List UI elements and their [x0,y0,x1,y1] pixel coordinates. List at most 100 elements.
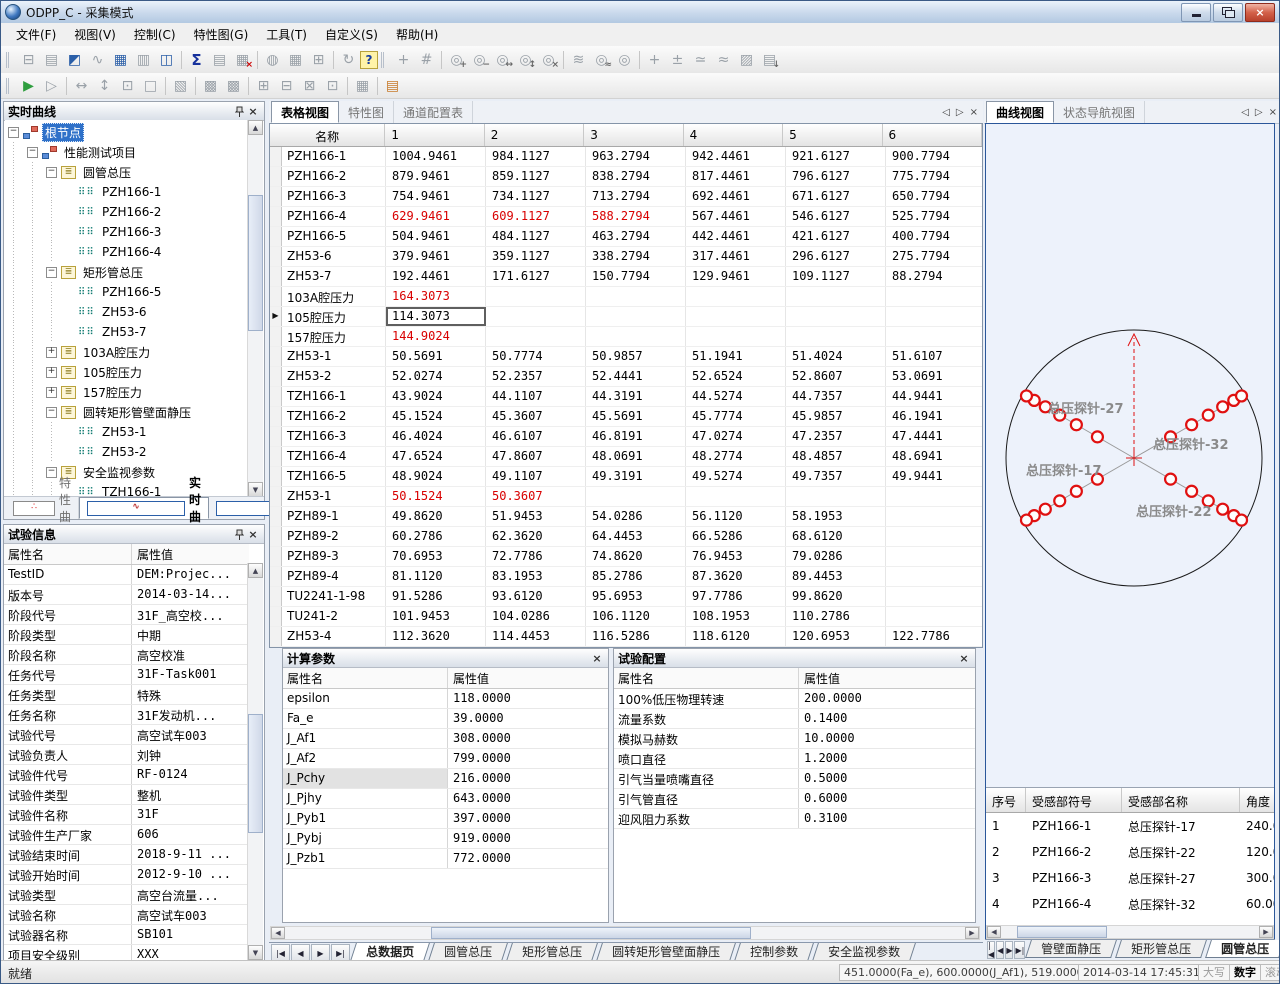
row-gutter[interactable] [270,427,282,446]
value-cell[interactable]: 48.4857 [786,447,886,466]
menu-help[interactable]: 帮助(H) [387,23,447,46]
tree-item[interactable]: ⠿⠿PZH166-5 [5,282,248,302]
row-name-cell[interactable]: PZH166-5 [282,227,386,246]
value-cell[interactable]: 52.6524 [686,367,786,386]
sheet-nav-first-icon[interactable]: |◀ [987,941,995,959]
value-cell[interactable]: 942.4461 [686,147,786,166]
property-row[interactable]: 引气当量喷嘴直径0.5000 [614,769,975,789]
tree-item[interactable]: +≣157腔压力 [5,382,248,402]
tree-item[interactable]: ⠿⠿ZH53-7 [5,322,248,342]
value-cell[interactable]: 52.4441 [586,367,686,386]
value-cell[interactable]: 49.9441 [886,467,983,486]
curves-compare-icon[interactable]: ≈ [712,49,735,70]
value-cell[interactable]: 49.5274 [686,467,786,486]
property-row[interactable]: 试验名称高空试车003 [4,905,249,925]
value-cell[interactable]: 99.8620 [786,587,886,606]
sheet-tab-1[interactable]: 圆管总压 [428,943,508,961]
tab-table-view[interactable]: 表格视图 [271,101,339,123]
value-cell[interactable]: 87.3620 [686,567,786,586]
property-row[interactable]: 喷口直径1.2000 [614,749,975,769]
property-row[interactable]: 流量系数0.1400 [614,709,975,729]
value-cell[interactable]: 56.1120 [686,507,786,526]
value-cell[interactable]: 442.4461 [686,227,786,246]
node-link-icon[interactable]: ⊟ [275,75,298,96]
value-cell[interactable]: 70.6953 [386,547,486,566]
value-cell[interactable] [886,567,983,586]
value-cell[interactable]: 66.5286 [686,527,786,546]
property-row[interactable]: 引气管直径0.6000 [614,789,975,809]
row-gutter[interactable] [270,607,282,626]
tab-close-icon[interactable]: × [970,107,978,118]
row-name-cell[interactable]: TZH166-3 [282,427,386,446]
value-cell[interactable]: 95.6953 [586,587,686,606]
property-row[interactable]: J_Pybj919.0000 [283,829,608,849]
report-icon[interactable]: ▤↓ [758,49,781,70]
tree-item[interactable]: −≣矩形管总压 [5,262,248,282]
row-name-cell[interactable]: TZH166-2 [282,407,386,426]
value-cell[interactable] [686,307,786,326]
calc-table-icon[interactable]: ▤ [208,49,231,70]
info-scrollbar[interactable]: ▲ ▼ [247,563,263,960]
row-gutter[interactable] [270,527,282,546]
value-cell[interactable] [586,287,686,306]
tree-item[interactable]: ⠿⠿ZH53-6 [5,302,248,322]
scroll-up-icon[interactable]: ▲ [248,120,263,135]
tree-item[interactable]: −≣圆转矩形管壁面静压 [5,402,248,422]
row-gutter[interactable] [270,327,282,346]
value-cell[interactable]: 122.7786 [886,627,983,646]
tree-scrollbar[interactable]: ▲ ▼ [247,120,263,497]
value-cell[interactable]: 47.6524 [386,447,486,466]
value-cell[interactable]: 51.1941 [686,347,786,366]
property-row[interactable]: 任务名称31F发动机... [4,705,249,725]
value-cell[interactable]: 463.2794 [586,227,686,246]
value-cell[interactable]: 400.7794 [886,227,983,246]
tree-item[interactable]: ⠿⠿PZH166-3 [5,222,248,242]
tab-curve-view[interactable]: 曲线视图 [986,101,1054,123]
value-cell[interactable]: 46.1941 [886,407,983,426]
column-header-1[interactable]: 1 [385,124,484,146]
find-icon[interactable]: ◩ [63,49,86,70]
value-cell[interactable] [686,487,786,506]
curve-clip-icon[interactable]: ≃ [689,49,712,70]
value-cell[interactable]: 91.5286 [386,587,486,606]
row-gutter[interactable] [270,187,282,206]
value-cell[interactable]: 49.8620 [386,507,486,526]
value-cell[interactable] [886,547,983,566]
value-cell[interactable] [886,507,983,526]
value-cell[interactable]: 45.7774 [686,407,786,426]
value-cell[interactable]: 104.0286 [486,607,586,626]
value-cell[interactable]: 47.0274 [686,427,786,446]
row-gutter[interactable] [270,207,282,226]
collapse-icon[interactable]: − [46,167,57,178]
menu-tools[interactable]: 工具(T) [257,23,316,46]
chart-export-icon[interactable]: ▨ [735,49,758,70]
property-row[interactable]: 任务类型特殊 [4,685,249,705]
value-cell[interactable]: 68.6120 [786,527,886,546]
value-cell[interactable]: 62.3620 [486,527,586,546]
menu-view[interactable]: 视图(V) [65,23,125,46]
close-icon[interactable]: × [246,105,260,118]
sheet-tab-0[interactable]: 管壁面静压 [1025,940,1117,958]
value-cell[interactable]: 101.9453 [386,607,486,626]
value-cell[interactable]: 112.3620 [386,627,486,646]
pin-icon[interactable] [232,528,246,541]
value-cell[interactable]: 51.4024 [786,347,886,366]
value-cell[interactable]: 296.6127 [786,247,886,266]
title-bar[interactable]: ODPP_C - 采集模式 × [1,1,1279,24]
run-icon[interactable]: ▶ [17,75,40,96]
collapse-icon[interactable]: − [8,127,19,138]
value-cell[interactable]: 106.1120 [586,607,686,626]
property-row[interactable]: 试验件类型整机 [4,785,249,805]
column-header[interactable]: 受感部名称 [1122,788,1240,812]
value-cell[interactable]: 359.1127 [486,247,586,266]
column-header[interactable]: 角度 [1240,788,1275,812]
column-header-5[interactable]: 5 [783,124,882,146]
restore-button[interactable] [1213,3,1243,22]
delete-table-icon[interactable]: ▦× [231,49,254,70]
zoom-height-icon[interactable]: ◎↕ [514,49,537,70]
property-row[interactable]: 阶段名称高空校准 [4,645,249,665]
grid-view-icon[interactable]: ▦ [109,49,132,70]
sum-icon[interactable]: Σ [185,49,208,70]
row-name-cell[interactable]: PZH166-2 [282,167,386,186]
probe-row[interactable]: 1PZH166-1总压探针-17240.0 [986,813,1274,839]
